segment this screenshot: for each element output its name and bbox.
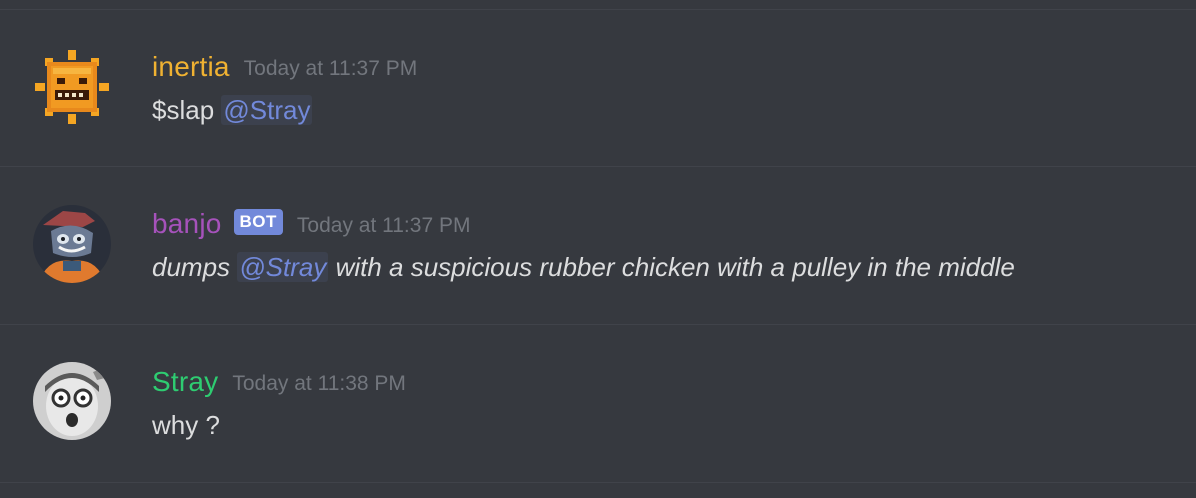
- stray-grayscale-avatar[interactable]: [33, 362, 111, 440]
- timestamp: Today at 11:37 PM: [243, 57, 418, 80]
- message-header: inertia Today at 11:37 PM: [152, 50, 417, 84]
- content-text: dumps: [152, 252, 238, 282]
- message-header: Stray Today at 11:38 PM: [152, 365, 406, 399]
- user-mention[interactable]: @Stray: [237, 252, 329, 282]
- message-content: $slap @Stray: [152, 92, 313, 128]
- username[interactable]: inertia: [152, 51, 230, 83]
- username[interactable]: banjo: [152, 208, 222, 240]
- bot-badge: BOT: [233, 209, 283, 235]
- message-content: dumps @Stray with a suspicious rubber ch…: [152, 249, 1015, 285]
- banjo-character-avatar[interactable]: [33, 205, 111, 283]
- content-text: $slap: [152, 95, 222, 125]
- username[interactable]: Stray: [152, 366, 218, 398]
- timestamp: Today at 11:37 PM: [296, 214, 471, 237]
- pumpkin-sun-icon: [35, 50, 109, 124]
- message-content: why ?: [152, 410, 220, 440]
- message-stray[interactable]: Stray Today at 11:38 PM why ?: [0, 325, 1196, 481]
- stray-face-icon: [33, 362, 111, 440]
- pumpkin-sun-avatar[interactable]: [33, 48, 111, 126]
- banjo-character-icon: [33, 205, 111, 283]
- message-divider: [0, 482, 1196, 483]
- content-text: with a suspicious rubber chicken with a …: [328, 252, 1015, 282]
- message-inertia[interactable]: inertia Today at 11:37 PM $slap @Stray: [0, 10, 1196, 166]
- user-mention[interactable]: @Stray: [221, 95, 313, 125]
- message-header: banjo BOT Today at 11:37 PM: [152, 207, 470, 241]
- timestamp: Today at 11:38 PM: [232, 372, 406, 395]
- chat-messages: inertia Today at 11:37 PM $slap @Stray b…: [0, 0, 1196, 498]
- message-banjo[interactable]: banjo BOT Today at 11:37 PM dumps @Stray…: [0, 167, 1196, 323]
